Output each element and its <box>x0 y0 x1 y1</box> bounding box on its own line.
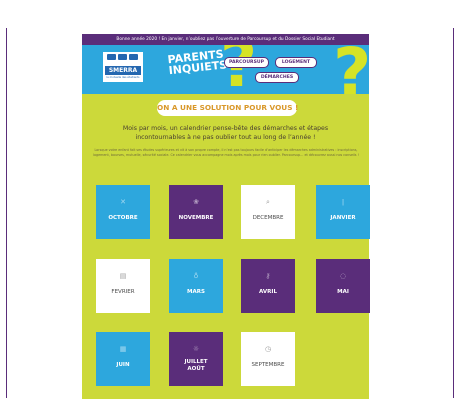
month-tile-avril[interactable]: ⚷ AVRIL <box>241 259 295 313</box>
question-mark-icon: ? <box>220 45 258 94</box>
sun-icon: ☼ <box>192 345 200 353</box>
calendar-icon: ▦ <box>119 345 127 353</box>
month-label: FEVRIER <box>111 289 135 295</box>
search-icon: ⌕ <box>266 198 270 206</box>
candle-icon: ǀ <box>341 198 345 206</box>
announcement-bar: Bonne année 2020 ! En janvier, n’oubliez… <box>82 34 369 45</box>
month-label: JUIN <box>116 362 130 368</box>
chat-icon: ◌ <box>339 272 347 280</box>
month-label: AVRIL <box>259 289 277 295</box>
key-icon: ⚷ <box>265 272 271 280</box>
month-label: SEPTEMBRE <box>251 362 285 368</box>
intro-paragraph: Lorsque votre enfant fait ses études sup… <box>93 148 359 158</box>
nav-logement[interactable]: LOGEMENT <box>275 57 317 68</box>
clock-icon: ◷ <box>264 345 272 353</box>
month-tile-octobre[interactable]: ✕ OCTOBRE <box>96 185 150 239</box>
intro-heading: Mois par mois, un calendrier pense-bête … <box>122 125 329 141</box>
month-label: OCTOBRE <box>108 215 138 221</box>
month-label: JANVIER <box>330 215 356 221</box>
location-icon: ♁ <box>193 272 199 280</box>
month-tile-juillet-août[interactable]: ☼ JUILLET AOÛT <box>169 332 223 386</box>
month-label: MAI <box>337 289 349 295</box>
month-tile-novembre[interactable]: ❀ NOVEMBRE <box>169 185 223 239</box>
nav-parcoursup[interactable]: PARCOURSUP <box>224 57 269 68</box>
solution-banner: ON A UNE SOLUTION POUR VOUS ! <box>157 100 298 116</box>
month-tile-septembre[interactable]: ◷ SEPTEMBRE <box>241 332 295 386</box>
page-header: SMERRA la mutuelle des étudiants PARENTS… <box>82 45 369 94</box>
nav-demarches[interactable]: DÉMARCHES <box>255 72 299 83</box>
leaf-icon: ❀ <box>193 198 199 206</box>
month-tile-juin[interactable]: ▦ JUIN <box>96 332 150 386</box>
smerra-logo[interactable]: SMERRA la mutuelle des étudiants <box>103 52 143 82</box>
month-tile-mars[interactable]: ♁ MARS <box>169 259 223 313</box>
month-label: NOVEMBRE <box>178 215 214 221</box>
month-tile-janvier[interactable]: ǀ JANVIER <box>316 185 370 239</box>
question-mark-large-icon: ? <box>333 45 369 94</box>
document-icon: ▤ <box>119 272 127 280</box>
month-tile-mai[interactable]: ◌ MAI <box>316 259 370 313</box>
month-label: MARS <box>187 289 205 295</box>
month-tile-decembre[interactable]: ⌕ DECEMBRE <box>241 185 295 239</box>
month-label: DECEMBRE <box>252 215 284 221</box>
month-label: JUILLET AOÛT <box>184 359 208 372</box>
compass-icon: ✕ <box>120 198 126 206</box>
logo-brand: SMERRA <box>105 66 141 75</box>
logo-mark-icon <box>107 54 139 65</box>
month-tile-fevrier[interactable]: ▤ FEVRIER <box>96 259 150 313</box>
logo-tagline: la mutuelle des étudiants <box>106 76 140 79</box>
